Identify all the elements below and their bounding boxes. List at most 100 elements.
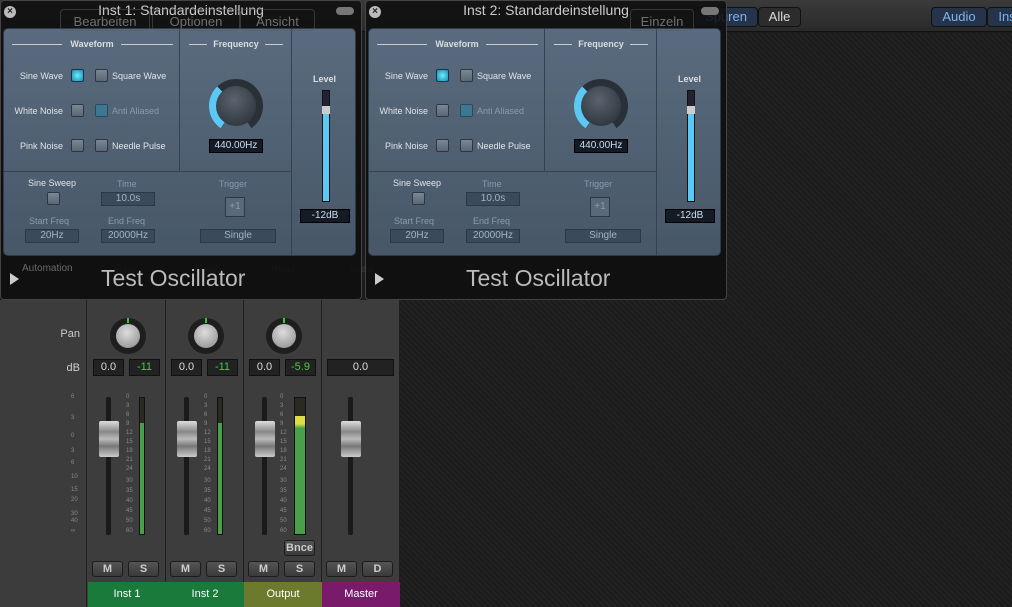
bounce-button[interactable]: Bnce: [284, 540, 315, 556]
volume-fader-track[interactable]: [184, 397, 189, 535]
play-icon[interactable]: [10, 273, 19, 285]
sine-wave-label: Sine Wave: [19, 71, 63, 81]
meter-scale-label: 45: [280, 508, 287, 514]
solo-button[interactable]: S: [206, 561, 237, 577]
sine-wave-checkbox[interactable]: [436, 69, 449, 82]
end-freq-field[interactable]: 20000Hz: [101, 229, 155, 243]
fader-scale-label: 40: [71, 518, 78, 524]
sine-sweep-checkbox[interactable]: [412, 192, 425, 205]
meter-scale-label: 9: [126, 421, 130, 427]
needle-pulse-label: Needle Pulse: [112, 141, 166, 151]
needle-pulse-checkbox[interactable]: [95, 139, 108, 152]
channel-strip: Read0.0-1103691215182124303540455060MSIn…: [166, 263, 244, 607]
time-field[interactable]: 10.0s: [101, 192, 155, 206]
start-freq-field[interactable]: 20Hz: [25, 229, 79, 243]
volume-fader[interactable]: [177, 421, 197, 457]
level-slider[interactable]: [322, 90, 330, 202]
level-slider-handle[interactable]: [687, 106, 695, 115]
volume-fader[interactable]: [341, 421, 361, 457]
meter-scale-label: 18: [126, 448, 133, 454]
channel-name[interactable]: Inst 2: [166, 582, 244, 607]
anti-aliased-checkbox[interactable]: [460, 104, 473, 117]
meter-scale-label: 40: [280, 498, 287, 504]
frequency-knob[interactable]: [209, 79, 263, 133]
pan-knob[interactable]: [266, 318, 302, 354]
level-value[interactable]: -12dB: [665, 209, 715, 223]
trigger-mode-select[interactable]: Single: [200, 229, 276, 243]
meter-scale-label: 21: [280, 457, 287, 463]
volume-value[interactable]: 0.0: [249, 359, 280, 376]
volume-value[interactable]: 0.0: [93, 359, 124, 376]
oscillator-panel: Waveform Frequency Level Sine Wave Squar…: [3, 28, 356, 256]
meter-scale-label: 9: [204, 421, 208, 427]
square-wave-checkbox[interactable]: [95, 69, 108, 82]
trigger-label: Trigger: [219, 179, 248, 189]
start-freq-field[interactable]: 20Hz: [390, 229, 444, 243]
fader-scale-label: 6: [71, 460, 75, 466]
pan-knob[interactable]: [110, 318, 146, 354]
time-field[interactable]: 10.0s: [466, 192, 520, 206]
trigger-button[interactable]: +1: [225, 197, 245, 217]
solo-button[interactable]: S: [128, 561, 159, 577]
meter-scale-label: 15: [280, 439, 287, 445]
end-freq-field[interactable]: 20000Hz: [466, 229, 520, 243]
frequency-value[interactable]: 440.00Hz: [209, 139, 263, 153]
options-menu[interactable]: Optionen: [152, 9, 240, 31]
meter-scale-label: 45: [126, 508, 133, 514]
trigger-mode-select[interactable]: Single: [565, 229, 641, 243]
toolbar-toggle[interactable]: [701, 7, 719, 15]
channel-strip: Read0.0MDMaster: [322, 263, 400, 607]
time-label: Time: [117, 179, 137, 189]
volume-fader-track[interactable]: [348, 397, 353, 535]
start-freq-label: Start Freq: [394, 216, 435, 226]
square-wave-label: Square Wave: [477, 71, 532, 81]
sine-wave-checkbox[interactable]: [71, 69, 84, 82]
volume-fader-track[interactable]: [106, 397, 111, 535]
anti-aliased-checkbox[interactable]: [95, 104, 108, 117]
channel-name[interactable]: Master: [322, 582, 400, 607]
frequency-value[interactable]: 440.00Hz: [574, 139, 628, 153]
solo-button[interactable]: S: [284, 561, 315, 577]
square-wave-checkbox[interactable]: [460, 69, 473, 82]
pink-noise-checkbox[interactable]: [436, 139, 449, 152]
toolbar-toggle[interactable]: [336, 7, 354, 15]
level-slider-handle[interactable]: [322, 106, 330, 115]
view-menu[interactable]: Ansicht: [240, 9, 315, 31]
peak-value: -11: [129, 359, 160, 376]
trigger-button[interactable]: +1: [590, 197, 610, 217]
mute-button[interactable]: M: [248, 561, 279, 577]
edit-menu[interactable]: Bearbeiten: [60, 9, 150, 31]
sine-sweep-checkbox[interactable]: [47, 192, 60, 205]
volume-value[interactable]: 0.0: [327, 359, 394, 376]
level-value[interactable]: -12dB: [300, 209, 350, 223]
meter-fill: [295, 416, 305, 534]
pan-knob[interactable]: [188, 318, 224, 354]
single-button[interactable]: Einzeln: [630, 9, 694, 31]
meter-scale-label: 40: [126, 498, 133, 504]
mute-button[interactable]: M: [92, 561, 123, 577]
needle-pulse-checkbox[interactable]: [460, 139, 473, 152]
volume-fader[interactable]: [99, 421, 119, 457]
fader-scale-label: 3: [71, 448, 75, 454]
meter-scale-label: 12: [126, 430, 133, 436]
meter-scale-label: 3: [204, 403, 208, 409]
sine-sweep-label: Sine Sweep: [393, 178, 442, 188]
mute-button[interactable]: M: [170, 561, 201, 577]
level-slider[interactable]: [687, 90, 695, 202]
meter-scale-label: 6: [280, 412, 284, 418]
channel-name[interactable]: Inst 1: [88, 582, 166, 607]
frequency-knob[interactable]: [574, 79, 628, 133]
white-noise-checkbox[interactable]: [436, 104, 449, 117]
channel-name[interactable]: Output: [244, 582, 322, 607]
volume-fader[interactable]: [255, 421, 275, 457]
play-icon[interactable]: [375, 273, 384, 285]
mute-button[interactable]: M: [326, 561, 357, 577]
audio-filter-button[interactable]: Audio: [931, 7, 987, 27]
instrument-filter-button[interactable]: Ins: [987, 7, 1012, 27]
volume-fader-track[interactable]: [262, 397, 267, 535]
white-noise-checkbox[interactable]: [71, 104, 84, 117]
pink-noise-checkbox[interactable]: [71, 139, 84, 152]
volume-value[interactable]: 0.0: [171, 359, 202, 376]
dim-button[interactable]: D: [362, 561, 393, 577]
all-button[interactable]: Alle: [758, 7, 801, 27]
